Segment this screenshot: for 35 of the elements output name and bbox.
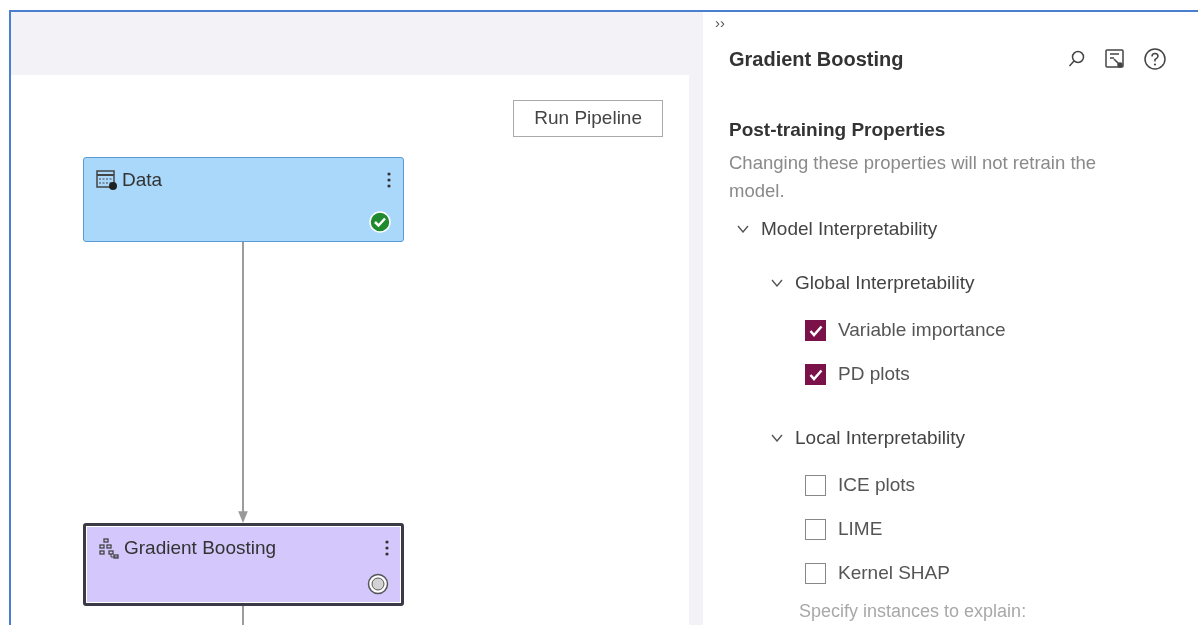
run-pipeline-button[interactable]: Run Pipeline <box>513 100 663 137</box>
chevron-down-icon[interactable] <box>771 279 783 288</box>
checkbox-label: ICE plots <box>838 472 916 497</box>
checkbox[interactable] <box>805 364 826 385</box>
pipeline-node[interactable]: Gradient Boosting <box>83 522 404 606</box>
collapse-panel-toggle[interactable]: ›› <box>715 15 725 30</box>
search-icon[interactable] <box>1068 50 1086 68</box>
document-icon[interactable] <box>1104 48 1126 70</box>
group-label: Local Interpretability <box>795 425 966 450</box>
checkbox-label: PD plots <box>838 362 910 387</box>
chevron-down-icon[interactable] <box>771 433 783 442</box>
hierarchy-icon <box>98 537 120 560</box>
section-description: Changing these properties will not retrain the model. <box>729 150 1098 203</box>
checkbox[interactable] <box>805 474 826 496</box>
checkbox[interactable] <box>805 562 826 584</box>
checkbox[interactable] <box>805 320 826 341</box>
group-label: Global Interpretability <box>795 271 975 295</box>
checkbox[interactable] <box>805 518 826 540</box>
checkbox-label: Kernel SHAP <box>838 560 950 585</box>
section-title: Post-training Properties <box>729 118 947 142</box>
pipeline-node[interactable]: Data <box>83 157 404 242</box>
node-label: Data <box>122 168 164 192</box>
instances-hint: Specify instances to explain: <box>798 600 1028 623</box>
help-icon[interactable] <box>1144 48 1166 70</box>
group-label: Model Interpretability <box>761 216 938 241</box>
checkmark-icon <box>808 368 823 381</box>
checkmark-icon <box>808 324 823 337</box>
more-icon[interactable] <box>387 172 391 189</box>
node-label: Gradient Boosting <box>124 535 278 560</box>
panel-title: Gradient Boosting <box>729 47 905 72</box>
chevron-down-icon[interactable] <box>737 224 749 233</box>
more-icon[interactable] <box>385 540 389 557</box>
table-icon <box>96 169 118 192</box>
checkbox-label: Variable importance <box>838 318 1006 343</box>
checkbox-label: LIME <box>838 516 883 541</box>
